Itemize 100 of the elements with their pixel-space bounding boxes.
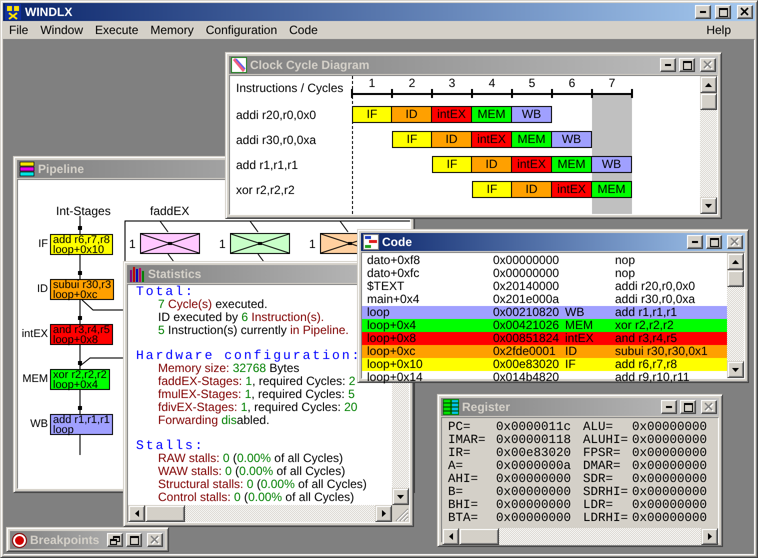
connector-line [168,254,174,262]
section-heading: Stalls: [136,439,206,452]
menu-item[interactable]: File [3,23,34,37]
code-row[interactable]: loop+0x10 0x00e83020 IF add r6,r7,r8 [362,358,727,371]
close-icon [730,237,740,247]
window-title: Register [462,400,510,414]
statistics-line: WAW stalls: 0 (0.00% of all Cycles) [157,465,346,478]
menu-item[interactable]: Configuration [200,23,284,37]
table-cell-text: loop+0x8 [367,332,418,345]
stage-label: intEX [20,328,48,340]
statistics-line: Control stalls: 0 (0.00% of all Cycles) [157,491,354,504]
stage-box: MEM [592,181,632,198]
code-row[interactable]: loop 0x00210820 WB add r1,r1,r1 [362,306,727,319]
scroll-thumb[interactable] [700,93,717,110]
scroll-right-button[interactable] [375,505,392,522]
triangle-up-icon [704,82,713,88]
minimize-icon [665,64,671,66]
scroll-thumb[interactable] [145,505,185,522]
stage-label: IF [37,238,48,250]
unit-label: faddEX [150,204,190,218]
minimize-button[interactable] [687,235,703,249]
register-value: 0x00e83020 [496,447,572,460]
maximize-icon [130,536,138,544]
minimize-button[interactable] [660,58,676,72]
table-cell-text: nop [615,267,636,280]
menu-item[interactable]: Code [283,23,324,37]
statistics-line: Structural stalls: 0 (0.00% of all Cycles) [157,478,368,491]
maximize-button[interactable] [679,58,695,72]
register-name: FPSR= [583,447,622,460]
register-name: SDR= [583,473,614,486]
register-name: AHI= [448,473,480,486]
stage-box: MEM [552,156,592,173]
stage-box: ID [512,181,552,198]
column-header: Instructions / Cycles [235,80,344,97]
horizontal-scrollbar[interactable] [442,528,718,545]
scroll-down-button[interactable] [727,361,744,378]
table-cell-text: main+0x4 [367,293,420,306]
cycle-number: 5 [528,76,536,92]
menu-item[interactable]: Help [700,23,737,37]
scroll-thumb[interactable] [727,270,744,287]
register-name: ALUHI= [583,434,630,447]
register-value: 0x00000000 [632,486,708,499]
cycle-number: 1 [368,76,376,92]
unit-count: 1 [309,237,316,251]
pipeline-stage-box: and r3,r4,r5 loop+0x8 [50,324,113,345]
stage-box: WB [552,131,592,148]
register-name: PC= [448,421,472,434]
minimize-button[interactable] [695,5,711,19]
statistics-line: fmulEX-Stages: 1, required Cycles: 5 [157,388,356,401]
restore-icon [110,536,120,544]
pipeline-stage-box: subui r30,r3 loop+0xc [50,279,114,300]
maximize-button[interactable] [680,400,696,414]
triangle-down-icon [731,366,740,372]
table-cell-text: 0x00210820 [493,306,560,319]
instruction-label: addi r20,r0,0x0 [235,108,318,122]
menu-item[interactable]: Execute [89,23,144,37]
register-name: ALU= [583,421,614,434]
close-button[interactable] [737,5,753,19]
horizontal-scrollbar[interactable] [128,505,392,522]
table-cell-text: intEX [565,332,595,345]
stage-label: MEM [21,373,48,385]
register-value: 0x00000000 [496,512,572,525]
table-cell-text: IF [565,358,577,371]
table-cell-text: add r6,r7,r8 [615,358,678,371]
triangle-right-icon [706,532,712,541]
menu-item[interactable]: Memory [144,23,200,37]
scroll-down-button[interactable] [700,197,717,214]
scroll-right-button[interactable] [701,528,718,545]
stage-box: IF [472,181,512,198]
scroll-thumb[interactable] [459,528,499,545]
scroll-left-button[interactable] [442,528,459,545]
code-row[interactable]: loop+0x8 0x00851824 intEX and r3,r4,r5 [362,332,727,345]
table-cell-text: $TEXT [367,280,406,293]
connector-line [340,220,348,232]
register-name: BHI= [448,499,480,512]
maximize-button[interactable] [715,5,731,19]
vertical-scrollbar[interactable] [727,253,744,378]
scroll-down-button[interactable] [392,488,409,505]
register-name: LDR= [583,499,614,512]
restore-button[interactable] [107,533,123,547]
stage-box: IF [392,131,432,148]
maximize-button[interactable] [126,533,142,547]
code-row[interactable]: loop+0x4 0x00421026 MEM xor r2,r2,r2 [362,319,727,332]
menu-item[interactable]: Window [34,23,90,37]
vertical-scrollbar[interactable] [700,76,717,214]
code-row[interactable]: loop+0xc 0x2fde0001 ID subui r30,r30,0x1 [362,345,727,358]
table-cell-text: 0x00000000 [493,254,560,267]
minimize-button[interactable] [661,400,677,414]
table-cell-text: add r1,r1,r1 [615,306,678,319]
table-cell-text: 0x201e000a [493,293,560,306]
window-title: Clock Cycle Diagram [250,58,370,72]
scroll-left-button[interactable] [128,505,145,522]
minimize-icon [692,241,698,243]
table-cell-text: MEM [565,319,594,332]
maximize-icon [710,238,718,246]
scroll-up-button[interactable] [727,253,744,270]
pipeline-stage-box: add r6,r7,r8 loop+0x10 [50,234,113,255]
stage-box: ID [472,156,512,173]
scroll-up-button[interactable] [700,76,717,93]
maximize-button[interactable] [706,235,722,249]
